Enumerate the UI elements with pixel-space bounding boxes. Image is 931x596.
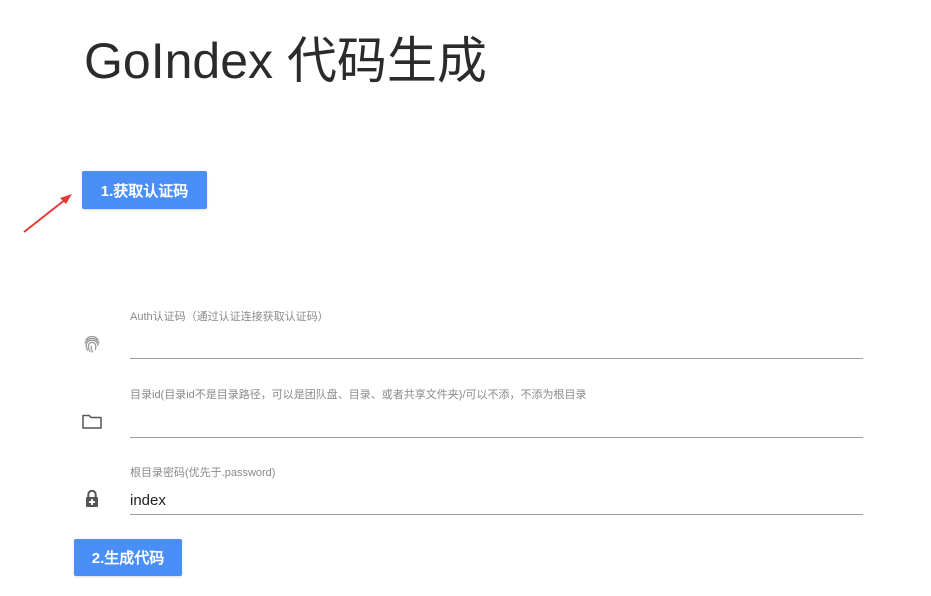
folder-id-input[interactable]: [130, 409, 863, 438]
get-auth-code-button[interactable]: 1.获取认证码: [82, 171, 207, 209]
root-password-field-group: 根目录密码(优先于.password): [74, 458, 864, 528]
fingerprint-icon: [84, 335, 100, 353]
folder-id-label: 目录id(目录id不是目录路径，可以是团队盘、目录、或者共享文件夹)/可以不添，…: [130, 389, 587, 401]
page: GoIndex 代码生成 1.获取认证码 Auth认证码（通过认证连接获取认证码…: [0, 0, 931, 596]
lock-icon: [86, 489, 98, 507]
page-title: GoIndex 代码生成: [84, 33, 487, 89]
root-password-label: 根目录密码(优先于.password): [130, 467, 276, 479]
annotation-arrow: [23, 194, 72, 233]
auth-code-field-group: Auth认证码（通过认证连接获取认证码）: [74, 302, 864, 372]
folder-id-field-group: 目录id(目录id不是目录路径，可以是团队盘、目录、或者共享文件夹)/可以不添，…: [74, 380, 864, 450]
auth-code-label: Auth认证码（通过认证连接获取认证码）: [130, 311, 329, 323]
generate-code-button[interactable]: 2.生成代码: [74, 539, 182, 576]
auth-code-input[interactable]: [130, 330, 863, 359]
root-password-input[interactable]: [130, 486, 863, 515]
folder-icon: [82, 414, 102, 429]
